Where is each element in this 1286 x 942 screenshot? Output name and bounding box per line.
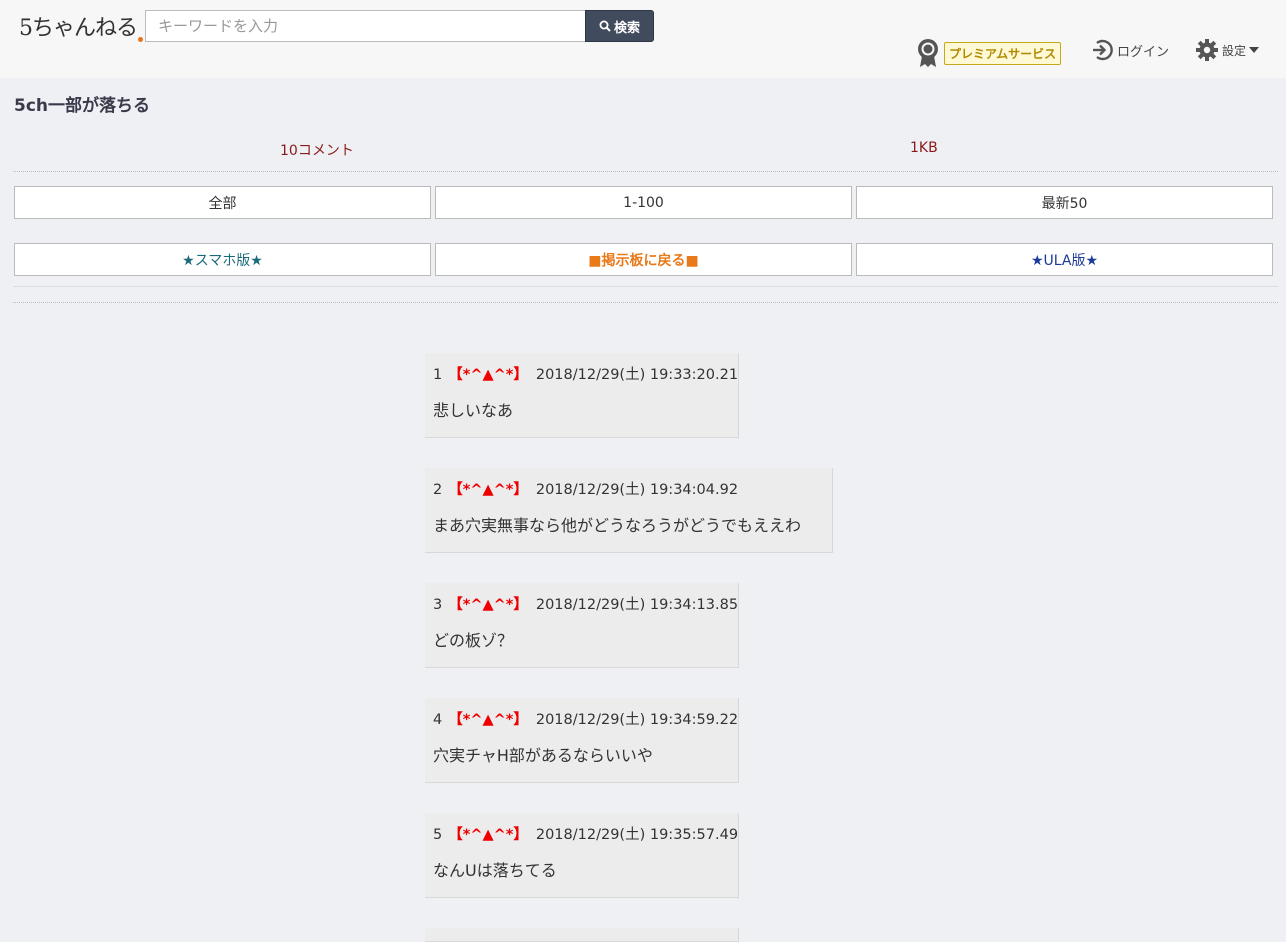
caret-down-icon [1249, 47, 1260, 53]
show-all-button[interactable]: 全部 [14, 186, 431, 219]
divider [13, 302, 1278, 303]
post-number[interactable]: 1 [433, 367, 442, 383]
post-4: 4 【*^▲^*】 2018/12/29(土) 19:34:59.22 穴実チャH部… [425, 698, 739, 783]
logo-text: 5ちゃんねる [19, 16, 138, 41]
post-number[interactable]: 5 [433, 827, 442, 843]
post-header: 6【*^▲^*】 [433, 938, 730, 941]
gear-icon [1196, 39, 1218, 61]
post-author: 【*^▲^*】 [448, 482, 528, 498]
post-date: 2018/12/29(土) 19:34:04.92 [535, 482, 739, 498]
post-number[interactable]: 4 [433, 712, 442, 728]
post-5: 5 【*^▲^*】 2018/12/29(土) 19:35:57.49 なんUは落ち… [425, 813, 739, 898]
thread-title: 5ch一部が落ちる [14, 96, 151, 116]
divider [13, 171, 1278, 172]
post-header: 1 【*^▲^*】 2018/12/29(土) 19:33:20.21 [433, 363, 738, 384]
login-link[interactable]: ログイン [1090, 38, 1169, 62]
post-3: 3 【*^▲^*】 2018/12/29(土) 19:34:13.85 どの板ゾ？ [425, 583, 739, 668]
site-logo[interactable]: 5ちゃんねる [19, 10, 143, 42]
post-1: 1 【*^▲^*】 2018/12/29(土) 19:33:20.21 悲しいなあ [425, 353, 739, 438]
post-date: 2018/12/29(土) 19:33:20.21 [535, 367, 739, 383]
post-header: 4 【*^▲^*】 2018/12/29(土) 19:34:59.22 [433, 708, 738, 729]
smartphone-version-button[interactable]: ★スマホ版★ [14, 243, 431, 276]
premium-service-link[interactable]: プレミアムサービス [916, 38, 1062, 68]
latest-50-button[interactable]: 最新50 [856, 186, 1273, 219]
post-6: 6【*^▲^*】 [425, 928, 739, 942]
post-date: 2018/12/29(土) 19:34:59.22 [535, 712, 739, 728]
ula-version-button[interactable]: ★ULA版★ [856, 243, 1273, 276]
post-date: 2018/12/29(土) 19:35:57.49 [535, 827, 739, 843]
post-header: 2 【*^▲^*】 2018/12/29(土) 19:34:04.92 [433, 478, 824, 499]
comment-count: 10コメント [280, 143, 354, 159]
back-to-board-button[interactable]: ■掲示板に戻る■ [435, 243, 852, 276]
header: 5ちゃんねる 検索 プレミアムサービス ログイン [0, 0, 1286, 78]
settings-menu[interactable]: 設定 [1195, 38, 1260, 62]
post-body: なんUは落ちてる [433, 861, 557, 880]
post-number[interactable]: 3 [433, 597, 442, 613]
search-button[interactable]: 検索 [585, 10, 654, 42]
post-date: 2018/12/29(土) 19:34:13.85 [535, 597, 739, 613]
post-body: 穴実チャH部があるならいいや [433, 746, 653, 765]
search-input[interactable] [145, 10, 586, 42]
post-author: 【*^▲^*】 [448, 367, 528, 383]
post-author: 【*^▲^*】 [448, 712, 528, 728]
post-body: どの板ゾ？ [433, 631, 514, 650]
login-label: ログイン [1117, 44, 1170, 60]
post-2: 2 【*^▲^*】 2018/12/29(土) 19:34:04.92 まあ穴実無事… [425, 468, 833, 553]
post-header: 3 【*^▲^*】 2018/12/29(土) 19:34:13.85 [433, 593, 738, 614]
post-author: 【*^▲^*】 [448, 597, 528, 613]
post-body: まあ穴実無事なら他がどうなろうがどうでもええわ [433, 516, 802, 535]
post-author: 【*^▲^*】 [448, 827, 528, 843]
award-ribbon-icon [918, 39, 938, 67]
thread-size: 1KB [910, 140, 938, 156]
post-body: 悲しいなあ [433, 401, 514, 420]
post-header: 5 【*^▲^*】 2018/12/29(土) 19:35:57.49 [433, 823, 738, 844]
search-button-label: 検索 [613, 19, 640, 35]
search-icon [599, 20, 611, 32]
settings-label: 設定 [1222, 43, 1247, 58]
divider [13, 286, 1278, 287]
premium-label: プレミアムサービス [944, 41, 1062, 65]
range-1-100-button[interactable]: 1-100 [435, 186, 852, 219]
post-number[interactable]: 2 [433, 482, 442, 498]
login-arrow-icon [1093, 39, 1113, 61]
